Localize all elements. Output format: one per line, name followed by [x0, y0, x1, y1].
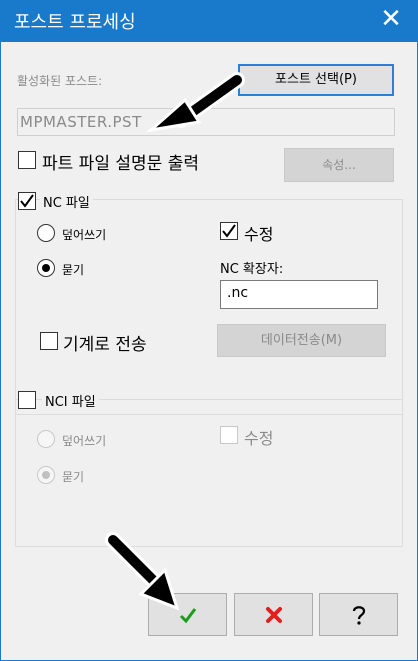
dialog-body: 활성화된 포스트: 포스트 선택(P) MPMASTER.PST 파트 파일 설… — [1, 42, 417, 660]
properties-button-label: 속성... — [322, 158, 356, 172]
post-processing-dialog: 포스트 프로세싱 ✕ 활성화된 포스트: 포스트 선택(P) MPMASTER.… — [0, 0, 418, 661]
properties-button[interactable]: 속성... — [284, 148, 394, 182]
data-transfer-button-label: 데이터전송(M) — [260, 333, 343, 348]
select-post-button-label: 포스트 선택(P) — [275, 72, 357, 87]
nci-ask-radio[interactable] — [37, 466, 55, 484]
nc-file-checkbox[interactable] — [18, 192, 36, 210]
send-to-machine-label: 기계로 전송 — [63, 335, 147, 355]
red-x-icon — [265, 607, 282, 623]
nci-edit-checkbox[interactable] — [220, 426, 238, 444]
nc-extension-input[interactable]: .nc — [220, 280, 378, 309]
data-transfer-button[interactable]: 데이터전송(M) — [217, 324, 386, 357]
nc-edit-label: 수정 — [244, 225, 274, 244]
nc-overwrite-radio[interactable] — [37, 224, 55, 242]
question-icon — [352, 606, 365, 625]
check-mark-icon — [222, 224, 236, 238]
send-to-machine-checkbox[interactable] — [40, 332, 58, 350]
arrow-annotation-post — [146, 72, 245, 133]
nci-ask-label: 묻기 — [62, 470, 85, 484]
help-button[interactable] — [319, 593, 398, 636]
nc-overwrite-label: 덮어쓰기 — [62, 228, 107, 242]
cancel-button[interactable] — [234, 593, 313, 636]
nc-ask-radio[interactable] — [37, 259, 55, 277]
arrow-annotation-ok — [105, 532, 180, 611]
nci-edit-label: 수정 — [244, 429, 274, 448]
print-description-checkbox[interactable] — [18, 151, 36, 169]
active-post-label: 활성화된 포스트: — [17, 74, 103, 88]
select-post-button[interactable]: 포스트 선택(P) — [238, 64, 394, 96]
nc-edit-checkbox[interactable] — [220, 222, 238, 240]
nci-file-checkbox[interactable] — [18, 391, 36, 409]
nci-file-group-title: NCI 파일 — [42, 391, 99, 410]
window-title: 포스트 프로세싱 — [14, 12, 136, 33]
nci-overwrite-label: 덮어쓰기 — [62, 434, 107, 448]
nci-overwrite-radio[interactable] — [37, 430, 55, 448]
nc-file-group-title: NC 파일 — [40, 192, 93, 211]
nc-extension-label: NC 확장자: — [220, 262, 284, 277]
close-button[interactable]: ✕ — [376, 4, 406, 34]
nc-ask-label: 묻기 — [62, 263, 85, 277]
radio-selected-dot — [42, 471, 50, 479]
radio-selected-dot — [42, 264, 50, 272]
check-mark-icon — [20, 194, 34, 208]
title-bar: 포스트 프로세싱 ✕ — [0, 0, 418, 42]
print-description-label: 파트 파일 설명문 출력 — [42, 154, 199, 174]
